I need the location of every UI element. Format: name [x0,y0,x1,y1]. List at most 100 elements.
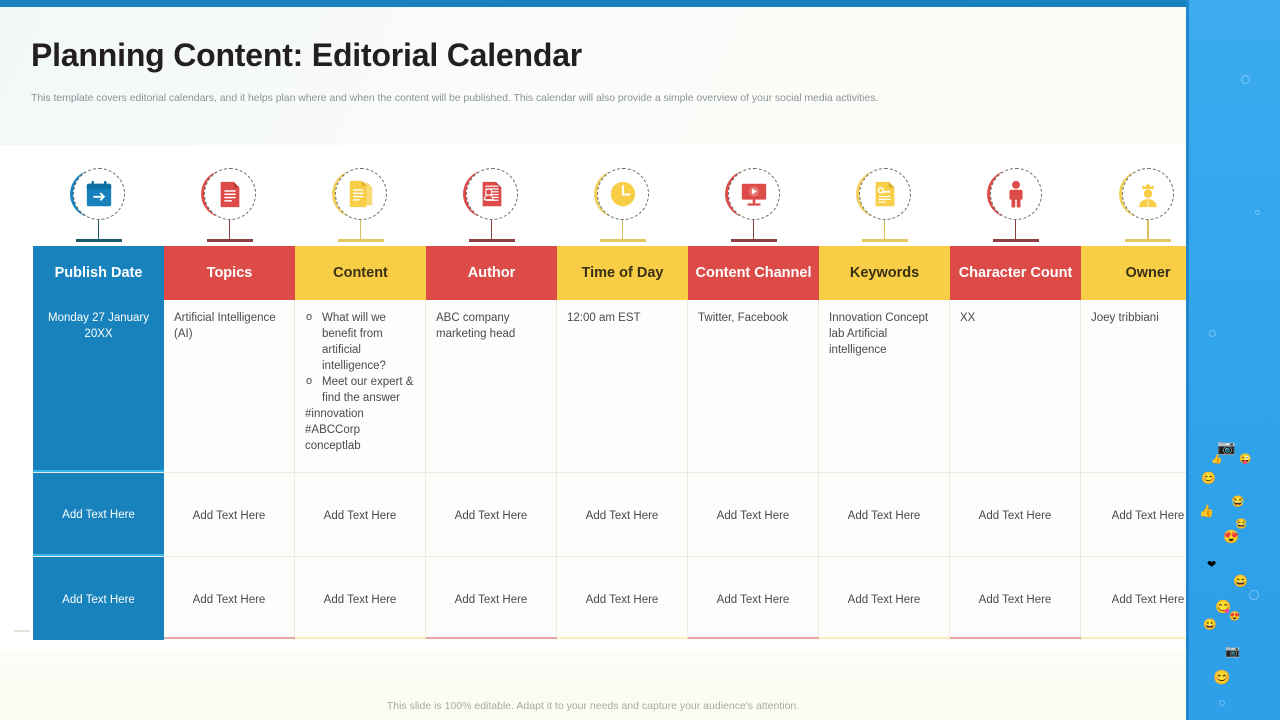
column-underline [557,637,688,640]
cell-content-row2[interactable]: Add Text Here [295,473,426,556]
cell-time_of_day-row1[interactable]: 12:00 am EST [557,300,688,472]
content-bullet: Meet our expert & find the answer [305,373,415,406]
title-area: Planning Content: Editorial Calendar Thi… [0,7,1186,145]
table-row: Add Text Here Add Text Here Add Text Here A… [33,472,1215,556]
cell-content-row1[interactable]: What will we benefit from artificial int… [295,300,426,472]
cell-keywords-row2[interactable]: Add Text Here [819,473,950,556]
decorative-emoji: ❤ [1207,559,1217,571]
cell-content_channel-row3[interactable]: Add Text Here [688,557,819,640]
content-hashtags: #innovation #ABCCorp conceptlab [305,408,364,452]
cell-content-row3[interactable]: Add Text Here [295,557,426,640]
left-tick-mark [14,630,30,632]
icon-base [730,239,777,242]
icon-base [992,239,1039,242]
cell-publish_date-row3[interactable]: Add Text Here [33,557,164,640]
calendar-sync-icon-circle [72,168,125,220]
cell-topics-row2[interactable]: Add Text Here [164,473,295,556]
monitor-play-icon-circle [727,168,780,220]
page-subtitle: This template covers editorial calendars… [31,92,879,104]
editorial-calendar-table: Publish Date Topics Content Author Time of D… [33,246,1215,640]
decorative-bubble [1255,210,1260,215]
column-underline [33,637,164,640]
icon-base [1125,239,1171,242]
icon-cell-author-document [426,160,557,242]
cell-publish_date-row2[interactable]: Add Text Here [33,473,164,556]
column-header-content-channel[interactable]: Content Channel [688,246,819,300]
icon-base [206,239,253,242]
icon-stem [490,220,493,241]
page-title: Planning Content: Editorial Calendar [31,37,583,73]
clock-icon-circle [596,168,649,220]
column-underline [164,637,295,640]
cell-topics-row1[interactable]: Artificial Intelligence (AI) [164,300,295,472]
content-bullet: What will we benefit from artificial int… [305,309,415,374]
table-header-row: Publish Date Topics Content Author Time of D… [33,246,1215,300]
decorative-emoji: 😜 [1239,454,1252,465]
column-underline [819,637,950,640]
table-row: Monday 27 January 20XX Artificial Intelli… [33,300,1215,472]
cell-author-row3[interactable]: Add Text Here [426,557,557,640]
column-header-keywords[interactable]: Keywords [819,246,950,300]
cell-publish_date-row1[interactable]: Monday 27 January 20XX [33,300,164,472]
icon-stem [752,220,755,241]
icon-cell-calendar-sync [33,160,164,242]
icon-stem [359,220,362,241]
cell-time_of_day-row2[interactable]: Add Text Here [557,473,688,556]
icon-base [468,239,515,242]
icon-base [599,239,646,242]
keyword-document-icon-circle [858,168,911,220]
column-header-content[interactable]: Content [295,246,426,300]
decorative-emoji: 📷 [1225,644,1240,658]
column-underline [426,637,557,640]
content-bullet-list: What will we benefit from artificial int… [305,309,415,406]
icon-stem [1147,220,1149,241]
decorative-emoji: 👍 [1199,504,1214,518]
icon-stem [228,220,231,241]
cell-topics-row3[interactable]: Add Text Here [164,557,295,640]
column-header-publish-date[interactable]: Publish Date [33,246,164,300]
icon-strip [33,160,1215,242]
decorative-emoji: 😀 [1203,619,1217,631]
icon-stem [621,220,624,241]
decorative-bubble [1241,75,1250,84]
cell-character_count-row2[interactable]: Add Text Here [950,473,1081,556]
cell-character_count-row1[interactable]: XX [950,300,1081,472]
column-header-topics[interactable]: Topics [164,246,295,300]
decorative-emoji: 😄 [1233,574,1248,588]
icon-cell-person [950,160,1081,242]
cell-author-row2[interactable]: Add Text Here [426,473,557,556]
cell-character_count-row3[interactable]: Add Text Here [950,557,1081,640]
icon-stem [883,220,886,241]
cell-keywords-row1[interactable]: Innovation Concept lab Artificial intell… [819,300,950,472]
cell-content_channel-row1[interactable]: Twitter, Facebook [688,300,819,472]
document-lines-icon-circle [203,168,256,220]
decorative-bubble [1219,700,1225,706]
footer-note: This slide is 100% editable. Adapt it to… [386,700,800,712]
column-underline [688,637,819,640]
cell-content_channel-row2[interactable]: Add Text Here [688,473,819,556]
icon-cell-clock [557,160,688,242]
column-header-time-of-day[interactable]: Time of Day [557,246,688,300]
decorative-emoji: 😍 [1229,611,1241,621]
cell-author-row1[interactable]: ABC company marketing head [426,300,557,472]
cell-time_of_day-row3[interactable]: Add Text Here [557,557,688,640]
column-header-character-count[interactable]: Character Count [950,246,1081,300]
top-accent-bar [0,0,1186,7]
decorative-emoji: 😂 [1235,519,1248,530]
icon-stem [1014,220,1017,241]
icon-base [337,239,384,242]
decorative-emoji: 😂 [1231,496,1245,508]
decorative-emoji: 😊 [1213,669,1231,685]
slide: Planning Content: Editorial Calendar Thi… [0,0,1280,720]
column-header-author[interactable]: Author [426,246,557,300]
column-underline [950,637,1081,640]
table-body: Monday 27 January 20XX Artificial Intelli… [33,300,1215,640]
icon-cell-keyword-document [819,160,950,242]
icon-cell-monitor-play [688,160,819,242]
cell-keywords-row3[interactable]: Add Text Here [819,557,950,640]
column-underline-strip [33,637,1215,640]
crowned-person-icon-circle [1122,168,1174,220]
decorative-emoji: 📷 [1217,439,1236,456]
documents-stack-icon-circle [334,168,387,220]
icon-base [75,239,122,242]
